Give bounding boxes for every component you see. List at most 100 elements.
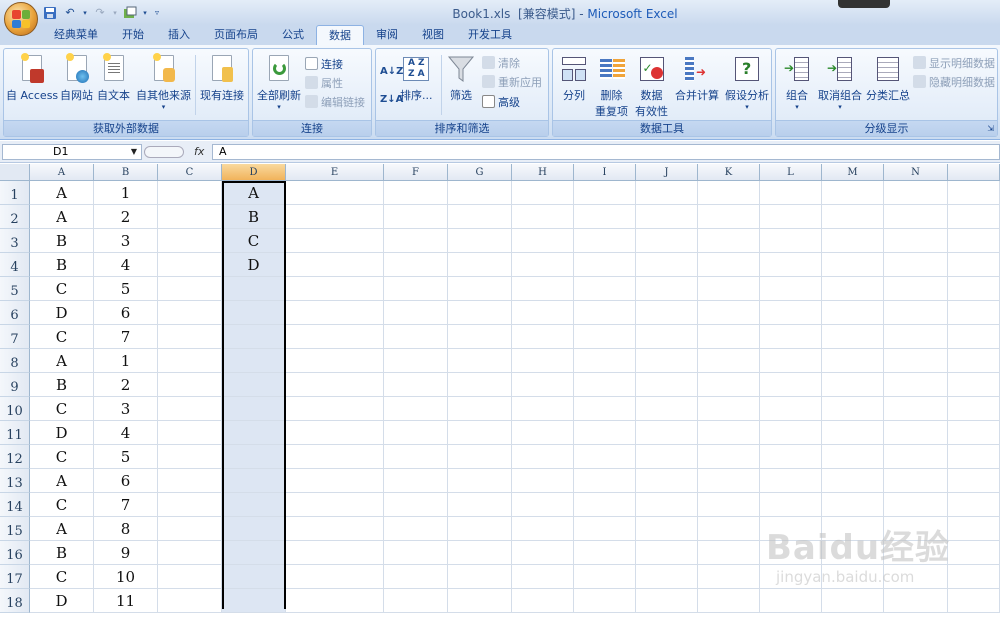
cell-m12[interactable] bbox=[822, 445, 884, 469]
cell-h7[interactable] bbox=[512, 325, 574, 349]
row-header[interactable]: 3 bbox=[0, 229, 30, 253]
refresh-all-button[interactable]: 全部刷新 ▾ bbox=[257, 53, 301, 111]
clear-button[interactable]: 清除 bbox=[482, 54, 520, 71]
cell-h11[interactable] bbox=[512, 421, 574, 445]
row-header[interactable]: 18 bbox=[0, 589, 30, 613]
cell-k8[interactable] bbox=[698, 349, 760, 373]
cell-i13[interactable] bbox=[574, 469, 636, 493]
cell-j9[interactable] bbox=[636, 373, 698, 397]
cell-a7[interactable]: C bbox=[30, 325, 94, 349]
cell-e1[interactable] bbox=[286, 181, 384, 205]
cell-j17[interactable] bbox=[636, 565, 698, 589]
cell-a17[interactable]: C bbox=[30, 565, 94, 589]
cell-c10[interactable] bbox=[158, 397, 222, 421]
cell-i3[interactable] bbox=[574, 229, 636, 253]
cell-j10[interactable] bbox=[636, 397, 698, 421]
from-access-button[interactable]: 自 Access bbox=[6, 53, 58, 103]
cell-f8[interactable] bbox=[384, 349, 448, 373]
cell-h3[interactable] bbox=[512, 229, 574, 253]
cell-c12[interactable] bbox=[158, 445, 222, 469]
cell-a2[interactable]: A bbox=[30, 205, 94, 229]
cell-b7[interactable]: 7 bbox=[94, 325, 158, 349]
tab-formulas[interactable]: 公式 bbox=[270, 25, 316, 45]
row-header[interactable]: 16 bbox=[0, 541, 30, 565]
cell-i1[interactable] bbox=[574, 181, 636, 205]
cell-f13[interactable] bbox=[384, 469, 448, 493]
cell-i7[interactable] bbox=[574, 325, 636, 349]
consolidate-button[interactable]: ➜ 合并计算 bbox=[675, 53, 719, 103]
cell-i10[interactable] bbox=[574, 397, 636, 421]
cell-d18[interactable] bbox=[222, 589, 286, 613]
cell-l11[interactable] bbox=[760, 421, 822, 445]
window-controls[interactable] bbox=[838, 0, 890, 8]
cell-m3[interactable] bbox=[822, 229, 884, 253]
cell-f10[interactable] bbox=[384, 397, 448, 421]
row-header[interactable]: 1 bbox=[0, 181, 30, 205]
cell-a8[interactable]: A bbox=[30, 349, 94, 373]
cell-c7[interactable] bbox=[158, 325, 222, 349]
row-header[interactable]: 17 bbox=[0, 565, 30, 589]
cell-i16[interactable] bbox=[574, 541, 636, 565]
cell-j1[interactable] bbox=[636, 181, 698, 205]
cell-h6[interactable] bbox=[512, 301, 574, 325]
cell-m5[interactable] bbox=[822, 277, 884, 301]
tab-view[interactable]: 视图 bbox=[410, 25, 456, 45]
cell-e16[interactable] bbox=[286, 541, 384, 565]
cell-h17[interactable] bbox=[512, 565, 574, 589]
cell-e2[interactable] bbox=[286, 205, 384, 229]
cell-c4[interactable] bbox=[158, 253, 222, 277]
cell-n11[interactable] bbox=[884, 421, 948, 445]
column-header-b[interactable]: B bbox=[94, 164, 158, 181]
cell-c11[interactable] bbox=[158, 421, 222, 445]
cell-i18[interactable] bbox=[574, 589, 636, 613]
cell-g2[interactable] bbox=[448, 205, 512, 229]
cell-e6[interactable] bbox=[286, 301, 384, 325]
cell-m8[interactable] bbox=[822, 349, 884, 373]
cell-g15[interactable] bbox=[448, 517, 512, 541]
cell-f18[interactable] bbox=[384, 589, 448, 613]
subtotal-button[interactable]: 分类汇总 bbox=[866, 53, 910, 103]
cell-j2[interactable] bbox=[636, 205, 698, 229]
cell-e5[interactable] bbox=[286, 277, 384, 301]
cell-filler[interactable] bbox=[948, 469, 1000, 493]
cell-k10[interactable] bbox=[698, 397, 760, 421]
cell-n12[interactable] bbox=[884, 445, 948, 469]
cell-n7[interactable] bbox=[884, 325, 948, 349]
column-header-g[interactable]: G bbox=[448, 164, 512, 181]
cell-k11[interactable] bbox=[698, 421, 760, 445]
cell-h9[interactable] bbox=[512, 373, 574, 397]
cell-m13[interactable] bbox=[822, 469, 884, 493]
cell-n8[interactable] bbox=[884, 349, 948, 373]
row-header[interactable]: 15 bbox=[0, 517, 30, 541]
cell-c16[interactable] bbox=[158, 541, 222, 565]
edit-links-button[interactable]: 编辑链接 bbox=[305, 93, 365, 110]
tab-insert[interactable]: 插入 bbox=[156, 25, 202, 45]
hide-detail-button[interactable]: 隐藏明细数据 bbox=[913, 73, 995, 90]
cell-a3[interactable]: B bbox=[30, 229, 94, 253]
row-header[interactable]: 8 bbox=[0, 349, 30, 373]
cell-filler[interactable] bbox=[948, 421, 1000, 445]
cell-e3[interactable] bbox=[286, 229, 384, 253]
cell-j11[interactable] bbox=[636, 421, 698, 445]
cell-k4[interactable] bbox=[698, 253, 760, 277]
cell-e9[interactable] bbox=[286, 373, 384, 397]
from-other-sources-button[interactable]: 自其他来源 ▾ bbox=[136, 53, 191, 111]
cell-g9[interactable] bbox=[448, 373, 512, 397]
cell-g4[interactable] bbox=[448, 253, 512, 277]
cell-b15[interactable]: 8 bbox=[94, 517, 158, 541]
cell-e10[interactable] bbox=[286, 397, 384, 421]
cell-m1[interactable] bbox=[822, 181, 884, 205]
cell-h18[interactable] bbox=[512, 589, 574, 613]
cell-l9[interactable] bbox=[760, 373, 822, 397]
cell-e11[interactable] bbox=[286, 421, 384, 445]
cell-l8[interactable] bbox=[760, 349, 822, 373]
cell-b9[interactable]: 2 bbox=[94, 373, 158, 397]
cell-n6[interactable] bbox=[884, 301, 948, 325]
cell-e4[interactable] bbox=[286, 253, 384, 277]
cell-h14[interactable] bbox=[512, 493, 574, 517]
cell-b8[interactable]: 1 bbox=[94, 349, 158, 373]
cell-f7[interactable] bbox=[384, 325, 448, 349]
cell-g17[interactable] bbox=[448, 565, 512, 589]
column-header-j[interactable]: J bbox=[636, 164, 698, 181]
cell-h13[interactable] bbox=[512, 469, 574, 493]
